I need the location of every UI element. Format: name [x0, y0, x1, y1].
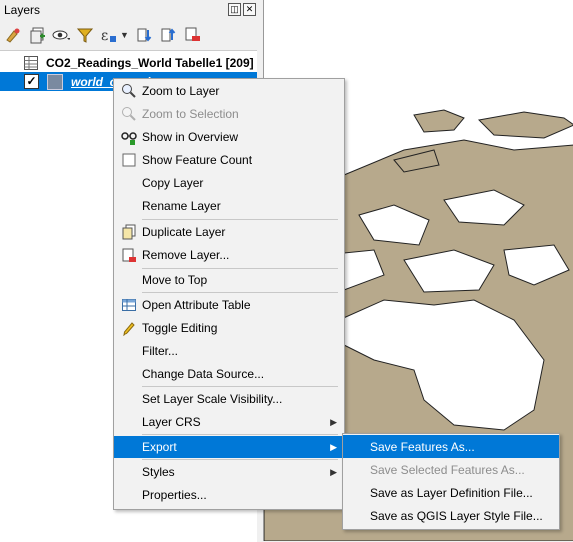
menu-item-label: Layer CRS [142, 415, 201, 429]
menu-item-zoom-to-selection: Zoom to Selection [114, 103, 344, 125]
zoom-icon [121, 83, 137, 99]
submenu-item-save-layer-definition[interactable]: Save as Layer Definition File... [343, 481, 559, 504]
collapse-all-icon[interactable] [159, 26, 177, 44]
checkbox-icon [121, 152, 137, 168]
menu-item-show-feature-count[interactable]: Show Feature Count [114, 149, 344, 171]
menu-item-label: Styles [142, 465, 175, 479]
menu-item-label: Duplicate Layer [142, 225, 226, 239]
submenu-item-label: Save Selected Features As... [370, 462, 525, 477]
style-manager-icon[interactable] [4, 26, 22, 44]
menu-item-label: Toggle Editing [142, 321, 218, 335]
layers-toolbar: ε ▼ [4, 22, 201, 48]
menu-item-layer-crs[interactable]: Layer CRS ▶ [114, 411, 344, 433]
zoom-selection-icon [121, 106, 137, 122]
float-panel-button[interactable]: ◫ [228, 3, 241, 16]
layer-context-menu: Zoom to Layer Zoom to Selection Show in … [113, 78, 345, 510]
menu-item-label: Properties... [142, 488, 207, 502]
submenu-arrow-icon: ▶ [330, 416, 337, 427]
menu-item-label: Move to Top [142, 273, 208, 287]
export-submenu: Save Features As... Save Selected Featur… [342, 433, 560, 530]
menu-item-toggle-editing[interactable]: Toggle Editing [114, 317, 344, 339]
menu-item-label: Change Data Source... [142, 367, 265, 381]
menu-item-label: Open Attribute Table [142, 298, 251, 312]
menu-item-label: Copy Layer [142, 176, 204, 190]
menu-item-label: Show Feature Count [142, 153, 253, 167]
menu-item-label: Rename Layer [142, 199, 221, 213]
menu-separator [142, 459, 338, 460]
panel-window-buttons: ◫ ✕ [228, 3, 256, 16]
layer-symbol-swatch [47, 73, 63, 90]
menu-item-label: Zoom to Layer [142, 84, 220, 98]
menu-item-styles[interactable]: Styles ▶ [114, 461, 344, 483]
table-layer-row[interactable]: CO2_Readings_World Tabelle1 [209] [24, 53, 254, 72]
menu-item-duplicate-layer[interactable]: Duplicate Layer [114, 221, 344, 243]
table-icon [121, 297, 137, 313]
menu-item-label: Zoom to Selection [142, 107, 239, 121]
add-group-icon[interactable] [28, 26, 46, 44]
table-layer-label: CO2_Readings_World Tabelle1 [209] [46, 55, 254, 70]
remove-icon [121, 247, 137, 263]
menu-item-show-in-overview[interactable]: Show in Overview [114, 126, 344, 148]
submenu-item-label: Save Features As... [370, 439, 475, 454]
pencil-icon [121, 320, 137, 336]
submenu-item-save-features-as[interactable]: Save Features As... [343, 435, 559, 458]
menu-item-open-attribute-table[interactable]: Open Attribute Table [114, 294, 344, 316]
menu-separator [142, 292, 338, 293]
submenu-item-label: Save as QGIS Layer Style File... [370, 508, 543, 523]
submenu-item-save-selected-features-as: Save Selected Features As... [343, 458, 559, 481]
expression-dropdown-caret[interactable]: ▼ [120, 30, 129, 40]
menu-item-rename-layer[interactable]: Rename Layer [114, 195, 344, 217]
menu-item-label: Export [142, 440, 177, 454]
submenu-arrow-icon: ▶ [330, 441, 337, 452]
menu-item-remove-layer[interactable]: Remove Layer... [114, 244, 344, 266]
duplicate-icon [121, 224, 137, 240]
svg-text:ε: ε [101, 28, 108, 44]
menu-item-set-scale-visibility[interactable]: Set Layer Scale Visibility... [114, 388, 344, 410]
menu-item-properties[interactable]: Properties... [114, 484, 344, 506]
menu-item-label: Filter... [142, 344, 179, 358]
menu-item-zoom-to-layer[interactable]: Zoom to Layer [114, 80, 344, 102]
layer-visibility-checkbox[interactable]: ✓ [24, 74, 39, 89]
panel-title: Layers [4, 3, 41, 17]
menu-item-move-to-top[interactable]: Move to Top [114, 269, 344, 291]
submenu-item-label: Save as Layer Definition File... [370, 485, 533, 500]
menu-separator [142, 434, 338, 435]
close-panel-button[interactable]: ✕ [243, 3, 256, 16]
menu-item-change-data-source[interactable]: Change Data Source... [114, 363, 344, 385]
menu-item-copy-layer[interactable]: Copy Layer [114, 172, 344, 194]
submenu-arrow-icon: ▶ [330, 466, 337, 477]
expand-all-icon[interactable] [135, 26, 153, 44]
submenu-item-save-qgis-style[interactable]: Save as QGIS Layer Style File... [343, 504, 559, 527]
remove-layer-icon[interactable] [183, 26, 201, 44]
overview-icon [121, 129, 137, 145]
menu-item-label: Show in Overview [142, 130, 239, 144]
visibility-eye-icon[interactable] [52, 26, 70, 44]
menu-separator [142, 219, 338, 220]
menu-item-label: Remove Layer... [142, 248, 230, 262]
menu-item-filter[interactable]: Filter... [114, 340, 344, 362]
filter-legend-icon[interactable] [76, 26, 94, 44]
menu-item-export[interactable]: Export ▶ [114, 436, 344, 458]
menu-item-label: Set Layer Scale Visibility... [142, 392, 283, 406]
table-icon [24, 55, 38, 70]
expression-filter-icon[interactable]: ε [100, 26, 118, 44]
menu-separator [142, 386, 338, 387]
